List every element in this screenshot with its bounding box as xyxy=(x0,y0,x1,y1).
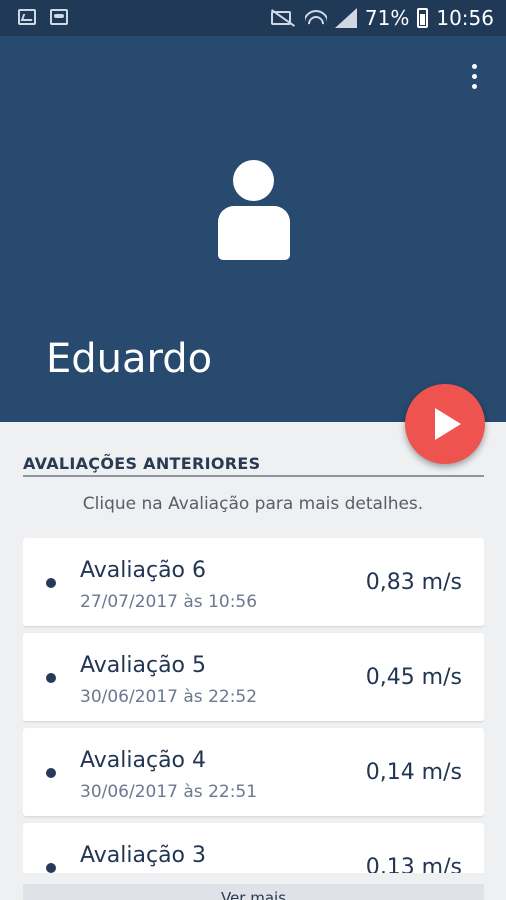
evaluation-title: Avaliação 4 xyxy=(80,748,206,773)
evaluation-date: 27/07/2017 às 10:56 xyxy=(80,592,258,612)
hint-text: Clique na Avaliação para mais detalhes. xyxy=(82,494,424,514)
image-icon xyxy=(18,9,36,25)
person-icon xyxy=(218,160,290,262)
notification-icons xyxy=(18,9,68,25)
evaluation-item[interactable]: Avaliação 4 30/06/2017 às 22:51 0,14 m/s xyxy=(23,728,484,816)
user-name: Eduardo xyxy=(46,336,213,382)
signal-icon xyxy=(334,8,357,28)
battery-icon xyxy=(417,8,429,28)
evaluation-title: Avaliação 3 xyxy=(80,843,206,868)
see-more-button[interactable]: Ver mais xyxy=(23,884,484,900)
play-icon xyxy=(435,408,461,440)
evaluation-list: Avaliação 6 27/07/2017 às 10:56 0,83 m/s… xyxy=(23,538,484,873)
profile-header: Eduardo xyxy=(0,36,506,422)
section-title: AVALIAÇÕES ANTERIORES xyxy=(23,454,261,473)
more-vert-icon[interactable] xyxy=(460,60,488,92)
evaluation-item[interactable]: Avaliação 5 30/06/2017 às 22:52 0,45 m/s xyxy=(23,633,484,721)
evaluation-speed: 0,14 m/s xyxy=(365,760,462,785)
mute-icon xyxy=(267,9,297,27)
status-bar: 71% 10:56 xyxy=(0,0,506,36)
bullet-icon xyxy=(46,768,56,778)
evaluation-date: 30/06/2017 às 22:52 xyxy=(80,687,258,707)
wifi-icon xyxy=(304,8,327,28)
evaluation-speed: 0,45 m/s xyxy=(365,665,462,690)
section-divider xyxy=(23,475,484,477)
evaluation-speed: 0,83 m/s xyxy=(365,570,462,595)
bullet-icon xyxy=(46,673,56,683)
battery-percent: 71% xyxy=(364,6,410,30)
evaluation-item[interactable]: Avaliação 3 0,13 m/s xyxy=(23,823,484,873)
evaluation-item[interactable]: Avaliação 6 27/07/2017 às 10:56 0,83 m/s xyxy=(23,538,484,626)
bullet-icon xyxy=(46,578,56,588)
evaluation-title: Avaliação 5 xyxy=(80,653,206,678)
bullet-icon xyxy=(46,863,56,873)
system-icons: 71% 10:56 xyxy=(267,0,494,36)
see-more-label: Ver mais xyxy=(220,889,287,900)
clock: 10:56 xyxy=(436,6,494,30)
evaluation-speed: 0,13 m/s xyxy=(365,855,462,873)
voicemail-icon xyxy=(50,9,68,25)
evaluation-title: Avaliação 6 xyxy=(80,558,206,583)
start-evaluation-button[interactable] xyxy=(405,384,485,464)
evaluation-date: 30/06/2017 às 22:51 xyxy=(80,782,258,802)
